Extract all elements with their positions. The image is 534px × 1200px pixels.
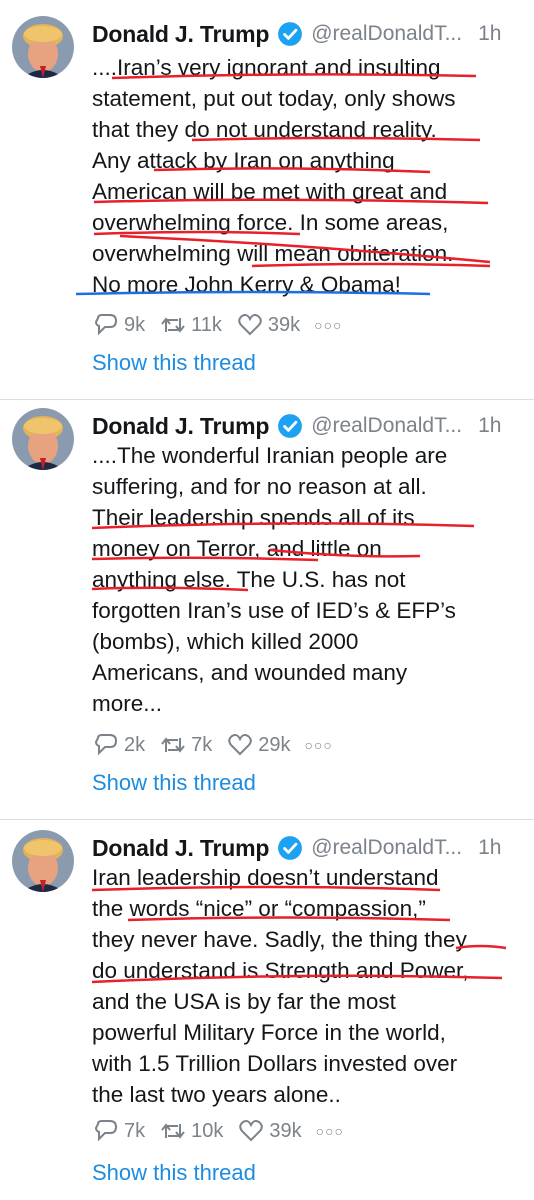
reply-button[interactable]: 2k bbox=[92, 732, 145, 758]
tweet-text-line: they never have. Sadly, the thing they bbox=[92, 927, 467, 952]
tweet-text-line: Iran leadership doesn’t understand bbox=[92, 865, 439, 890]
reply-icon bbox=[94, 314, 118, 336]
heart-icon bbox=[228, 734, 252, 756]
tweet-timestamp[interactable]: 1h bbox=[478, 836, 501, 860]
like-button[interactable]: 39k bbox=[237, 1118, 302, 1144]
tweet-text-line: powerful Military Force in the world, bbox=[92, 1020, 446, 1045]
tweet[interactable]: Donald J. Trump @realDonaldT... 1h ....T… bbox=[0, 400, 534, 820]
like-button[interactable]: 39k bbox=[236, 312, 300, 338]
tweet-text-line: ....Iran’s very ignorant and insulting bbox=[92, 55, 441, 80]
avatar[interactable] bbox=[12, 16, 74, 78]
tweet-text-line: overwhelming will mean obliteration. bbox=[92, 241, 454, 266]
tweet-actions: 9k 11k 39k ○○○ bbox=[92, 310, 357, 340]
tweet-text-line: Americans, and wounded many bbox=[92, 660, 408, 685]
retweet-count: 10k bbox=[191, 1119, 224, 1142]
more-options-icon[interactable]: ○○○ bbox=[314, 317, 342, 333]
tweet-text-line: overwhelming force. In some areas, bbox=[92, 210, 449, 235]
tweet[interactable]: Donald J. Trump @realDonaldT... 1h ....I… bbox=[0, 0, 534, 400]
tweet-text-line: Their leadership spends all of its bbox=[92, 505, 415, 530]
tweet-text-line: the last two years alone.. bbox=[92, 1082, 341, 1107]
tweet-text-line: anything else. The U.S. has not bbox=[92, 567, 406, 592]
reply-count: 9k bbox=[124, 313, 146, 336]
tweet-actions: 7k 10k 39k ○○○ bbox=[92, 1116, 358, 1146]
tweet-text-line: and the USA is by far the most bbox=[92, 989, 396, 1014]
tweet-actions: 2k 7k 29k ○○○ bbox=[92, 730, 347, 760]
tweet-text-line: money on Terror, and little on bbox=[92, 536, 382, 561]
retweet-count: 11k bbox=[191, 313, 222, 336]
reply-button[interactable]: 7k bbox=[92, 1118, 145, 1144]
tweet-text-line: that they do not understand reality. bbox=[92, 117, 437, 142]
show-thread-link[interactable]: Show this thread bbox=[92, 350, 256, 376]
tweet-text-line: suffering, and for no reason at all. bbox=[92, 474, 427, 499]
reply-count: 2k bbox=[124, 733, 146, 756]
reply-button[interactable]: 9k bbox=[92, 312, 145, 338]
tweet-text: ....Iran’s very ignorant and insulting s… bbox=[92, 52, 522, 300]
more-options-icon[interactable]: ○○○ bbox=[316, 1123, 344, 1139]
tweet-timestamp[interactable]: 1h bbox=[478, 414, 501, 438]
more-options-icon[interactable]: ○○○ bbox=[305, 737, 333, 753]
verified-badge-icon bbox=[278, 22, 303, 46]
avatar[interactable] bbox=[12, 408, 74, 470]
avatar[interactable] bbox=[12, 830, 74, 892]
retweet-count: 7k bbox=[191, 733, 213, 756]
profile-photo-icon bbox=[12, 408, 74, 470]
heart-icon bbox=[238, 314, 262, 336]
retweet-icon bbox=[161, 1123, 185, 1139]
reply-count: 7k bbox=[124, 1119, 146, 1142]
show-thread-link[interactable]: Show this thread bbox=[92, 770, 256, 796]
reply-icon bbox=[94, 734, 118, 756]
like-button[interactable]: 29k bbox=[226, 732, 291, 758]
tweet-timestamp[interactable]: 1h bbox=[478, 22, 501, 46]
retweet-icon bbox=[161, 317, 185, 333]
author-handle[interactable]: @realDonaldT... bbox=[311, 22, 462, 46]
tweet-text-line: statement, put out today, only shows bbox=[92, 86, 456, 111]
show-thread-link[interactable]: Show this thread bbox=[92, 1160, 256, 1186]
tweet-text-line: ....The wonderful Iranian people are bbox=[92, 443, 448, 468]
retweet-button[interactable]: 10k bbox=[159, 1118, 223, 1144]
reply-icon bbox=[94, 1120, 118, 1142]
like-count: 39k bbox=[267, 313, 301, 336]
tweet-text-line: do understand is Strength and Power, bbox=[92, 958, 469, 983]
retweet-button[interactable]: 7k bbox=[159, 732, 212, 758]
author-handle[interactable]: @realDonaldT... bbox=[311, 836, 462, 860]
like-count: 29k bbox=[258, 733, 291, 756]
tweet-text-line: with 1.5 Trillion Dollars invested over bbox=[92, 1051, 458, 1076]
tweet-text-line: forgotten Iran’s use of IED’s & EFP’s bbox=[92, 598, 456, 623]
author-name[interactable]: Donald J. Trump bbox=[92, 413, 269, 440]
author-name[interactable]: Donald J. Trump bbox=[92, 835, 269, 862]
verified-badge-icon bbox=[278, 836, 303, 860]
author-name[interactable]: Donald J. Trump bbox=[92, 21, 269, 48]
tweet-text-line: more... bbox=[92, 691, 163, 716]
tweet[interactable]: Donald J. Trump @realDonaldT... 1h Iran … bbox=[0, 820, 534, 1200]
verified-badge-icon bbox=[278, 414, 303, 438]
like-count: 39k bbox=[269, 1119, 302, 1142]
tweet-text-line: American will be met with great and bbox=[92, 179, 448, 204]
tweet-text-line: (bombs), which killed 2000 bbox=[92, 629, 359, 654]
author-handle[interactable]: @realDonaldT... bbox=[311, 414, 462, 438]
tweet-text-line: No more John Kerry & Obama! bbox=[92, 272, 401, 297]
tweet-text-line: Any attack by Iran on anything bbox=[92, 148, 395, 173]
heart-icon bbox=[239, 1120, 264, 1142]
retweet-icon bbox=[161, 737, 185, 753]
tweet-text: Iran leadership doesn’t understand the w… bbox=[92, 862, 522, 1110]
tweet-text: ....The wonderful Iranian people are suf… bbox=[92, 440, 522, 719]
profile-photo-icon bbox=[12, 16, 74, 78]
tweet-text-line: the words “nice” or “compassion,” bbox=[92, 896, 426, 921]
retweet-button[interactable]: 11k bbox=[159, 312, 222, 338]
profile-photo-icon bbox=[12, 830, 74, 892]
